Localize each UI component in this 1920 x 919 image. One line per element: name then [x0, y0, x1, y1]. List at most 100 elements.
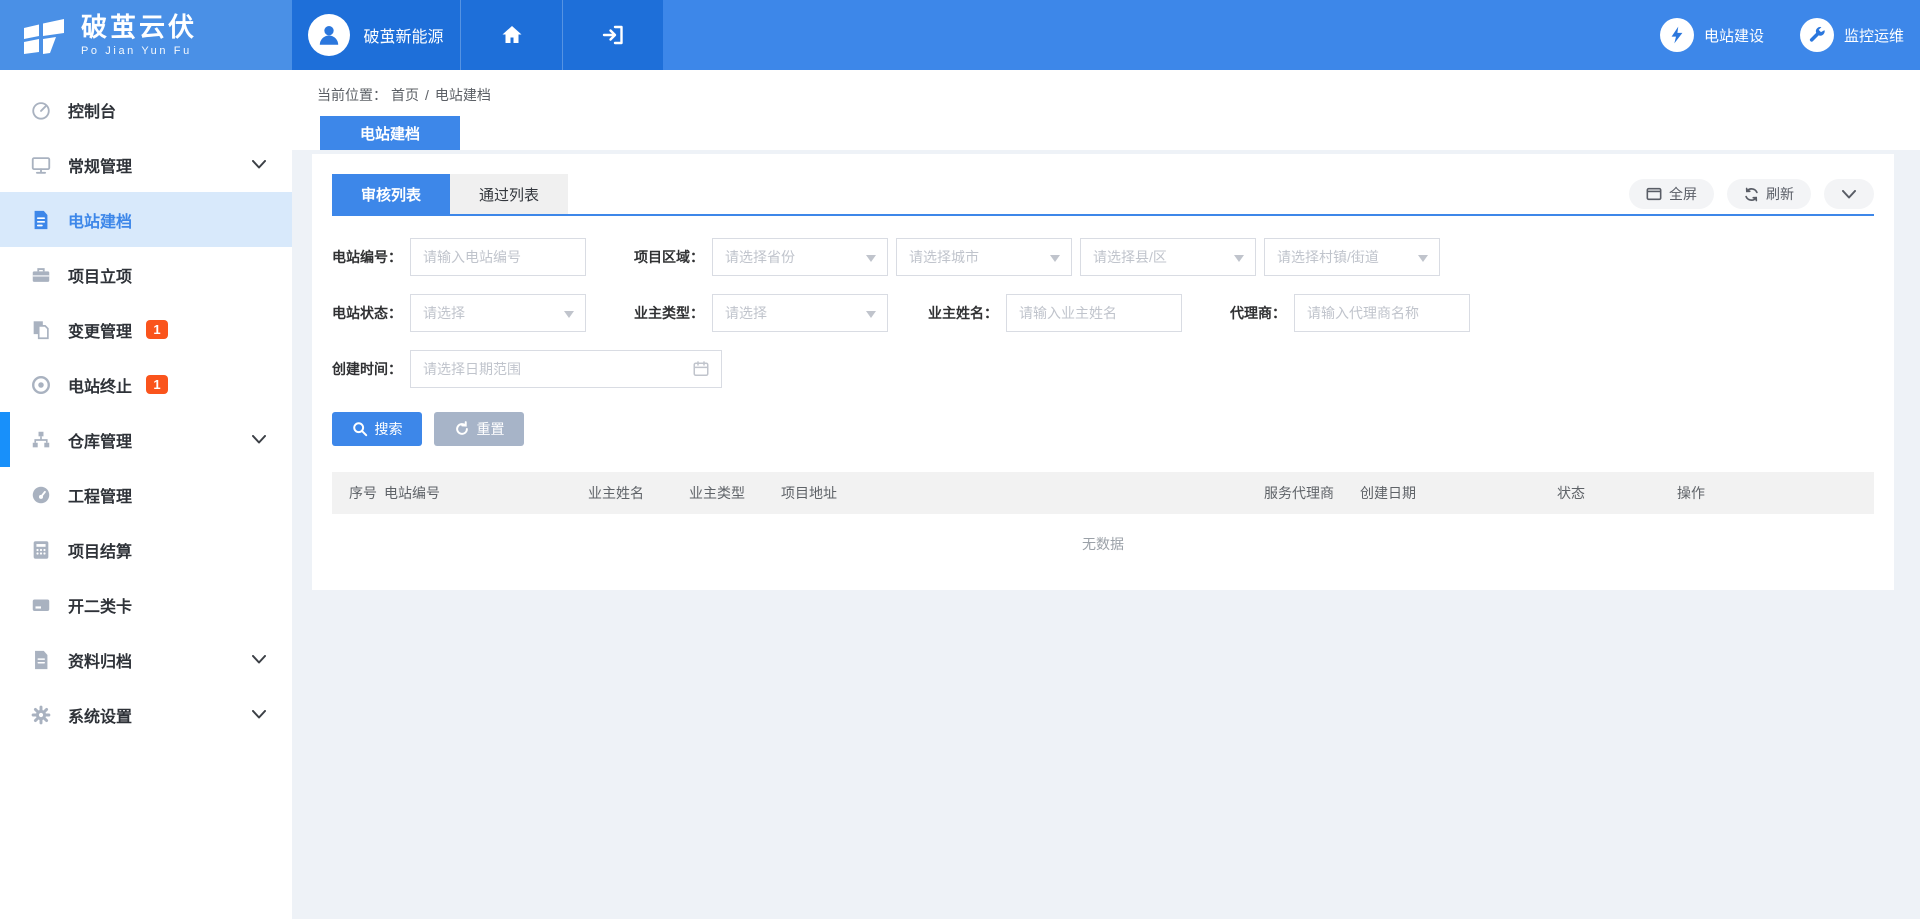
- filter-owner-type: 业主类型： 请选择: [634, 294, 888, 332]
- chevron-down-icon: [252, 710, 266, 719]
- sitemap-icon: [30, 429, 52, 451]
- owner-type-select[interactable]: 请选择: [712, 294, 888, 332]
- home-icon: [500, 23, 524, 47]
- province-select[interactable]: 请选择省份: [712, 238, 888, 276]
- col-service-agent: 服务代理商: [1264, 472, 1360, 514]
- station-no-label: 电站编号：: [332, 247, 402, 267]
- panel-tabs: 审核列表 通过列表 全屏 刷新: [332, 174, 1874, 216]
- col-actions: 操作: [1677, 472, 1874, 514]
- col-owner-name: 业主姓名: [588, 472, 689, 514]
- county-select[interactable]: 请选择县/区: [1080, 238, 1256, 276]
- fullscreen-button[interactable]: 全屏: [1629, 179, 1714, 209]
- sidebar-item-change-mgmt[interactable]: 变更管理 1: [0, 302, 292, 357]
- calendar-icon: [692, 359, 710, 378]
- nav-monitor-ops[interactable]: 监控运维: [1800, 18, 1904, 52]
- reset-button[interactable]: 重置: [434, 412, 524, 446]
- col-status: 状态: [1557, 472, 1677, 514]
- change-mgmt-badge: 1: [146, 320, 168, 339]
- table-header-row: 序号 电站编号 业主姓名 业主类型 项目地址 服务代理商 创建日期 状态 操作: [332, 472, 1874, 514]
- logout-icon: [601, 23, 625, 47]
- sidebar-item-data-archive[interactable]: 资料归档: [0, 632, 292, 687]
- refresh-icon: [1744, 187, 1759, 202]
- sidebar-item-engineering-mgmt[interactable]: 工程管理: [0, 467, 292, 522]
- page-tab-station-archive[interactable]: 电站建档: [320, 116, 460, 150]
- sidebar-item-warehouse-mgmt[interactable]: 仓库管理: [0, 412, 292, 467]
- station-status-label: 电站状态：: [332, 303, 402, 323]
- document-icon: [30, 209, 52, 231]
- nav-monitor-ops-label: 监控运维: [1844, 25, 1904, 46]
- lightning-icon: [1660, 18, 1694, 52]
- col-owner-type: 业主类型: [689, 472, 781, 514]
- chevron-down-icon: [1842, 190, 1856, 199]
- logo-title: 破茧云伏: [81, 14, 197, 40]
- app-header: 破茧云伏 Po Jian Yun Fu 破茧新能源: [0, 0, 1920, 70]
- page-header-strip: 当前位置：首页/电站建档 电站建档: [292, 70, 1920, 150]
- dashboard-icon: [30, 99, 52, 121]
- briefcase-icon: [30, 264, 52, 286]
- gear-icon: [30, 704, 52, 726]
- col-index: 序号: [332, 472, 384, 514]
- sidebar-item-type2-card[interactable]: 开二类卡: [0, 577, 292, 632]
- table-empty-state: 无数据: [332, 514, 1874, 574]
- header-nav: 电站建设 监控运维: [1660, 0, 1920, 70]
- home-button[interactable]: [460, 0, 562, 70]
- sidebar: 控制台 常规管理 电站建档: [0, 70, 292, 919]
- logout-button[interactable]: [562, 0, 663, 70]
- col-created-date: 创建日期: [1360, 472, 1557, 514]
- chevron-down-icon: [252, 160, 266, 169]
- current-user[interactable]: 破茧新能源: [292, 0, 460, 70]
- card-icon: [30, 594, 52, 616]
- station-termination-badge: 1: [146, 375, 168, 394]
- main-panel: 审核列表 通过列表 全屏 刷新: [312, 154, 1894, 590]
- breadcrumb: 当前位置：首页/电站建档: [292, 70, 1920, 105]
- search-icon: [352, 421, 368, 437]
- sidebar-item-console[interactable]: 控制台: [0, 82, 292, 137]
- owner-name-input[interactable]: [1006, 294, 1182, 332]
- town-select[interactable]: 请选择村镇/街道: [1264, 238, 1440, 276]
- agent-label: 代理商：: [1230, 303, 1286, 323]
- station-status-select[interactable]: 请选择: [410, 294, 586, 332]
- filter-created-time: 创建时间： 请选择日期范围: [332, 350, 722, 388]
- city-select[interactable]: 请选择城市: [896, 238, 1072, 276]
- filter-region: 项目区域： 请选择省份 请选择城市 请选择县/区 请选择村镇/街道: [634, 238, 1440, 276]
- sidebar-item-system-settings[interactable]: 系统设置: [0, 687, 292, 742]
- fullscreen-icon: [1646, 187, 1662, 201]
- collapse-button[interactable]: [1824, 179, 1874, 209]
- archive-file-icon: [30, 649, 52, 671]
- tab-passed-list[interactable]: 通过列表: [450, 174, 568, 214]
- user-name: 破茧新能源: [363, 23, 443, 47]
- owner-type-label: 业主类型：: [634, 303, 704, 323]
- copy-icon: [30, 319, 52, 341]
- date-range-picker[interactable]: 请选择日期范围: [410, 350, 722, 388]
- gauge-icon: [30, 484, 52, 506]
- wrench-icon: [1800, 18, 1834, 52]
- filter-owner-name: 业主姓名：: [928, 294, 1182, 332]
- reset-icon: [454, 421, 470, 437]
- filter-agent: 代理商：: [1230, 294, 1470, 332]
- col-project-address: 项目地址: [781, 472, 1264, 514]
- filter-station-status: 电站状态： 请选择: [332, 294, 586, 332]
- sidebar-item-project-initiation[interactable]: 项目立项: [0, 247, 292, 302]
- breadcrumb-separator: /: [425, 87, 429, 103]
- filter-actions: 搜索 重置: [332, 412, 1874, 446]
- agent-input[interactable]: [1294, 294, 1470, 332]
- tab-review-list[interactable]: 审核列表: [332, 174, 450, 214]
- sidebar-item-station-termination[interactable]: 电站终止 1: [0, 357, 292, 412]
- results-table: 序号 电站编号 业主姓名 业主类型 项目地址 服务代理商 创建日期 状态 操作: [332, 472, 1874, 514]
- brand-logo: 破茧云伏 Po Jian Yun Fu: [0, 0, 292, 70]
- breadcrumb-prefix: 当前位置：: [317, 87, 387, 103]
- breadcrumb-home[interactable]: 首页: [391, 87, 419, 103]
- owner-name-label: 业主姓名：: [928, 303, 998, 323]
- sidebar-item-project-settlement[interactable]: 项目结算: [0, 522, 292, 577]
- search-button[interactable]: 搜索: [332, 412, 422, 446]
- logo-mark-icon: [20, 11, 68, 59]
- nav-station-build[interactable]: 电站建设: [1660, 18, 1764, 52]
- col-station-no: 电站编号: [384, 472, 588, 514]
- sidebar-item-station-archive[interactable]: 电站建档: [0, 192, 292, 247]
- filter-form: 电站编号： 项目区域： 请选择省份 请选择城市 请选择县/区 请选择村镇/街道 …: [332, 238, 1874, 388]
- refresh-button[interactable]: 刷新: [1727, 179, 1811, 209]
- panel-toolbar: 全屏 刷新: [1629, 179, 1874, 209]
- station-no-input[interactable]: [410, 238, 586, 276]
- avatar: [308, 14, 350, 56]
- sidebar-item-general-mgmt[interactable]: 常规管理: [0, 137, 292, 192]
